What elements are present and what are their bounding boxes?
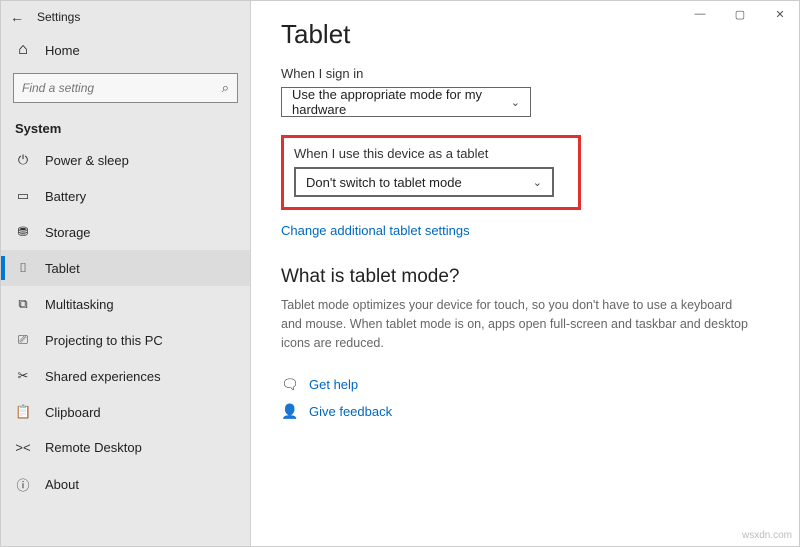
nav-label: Battery — [45, 189, 86, 204]
nav-remote-desktop[interactable]: >< Remote Desktop — [1, 430, 250, 465]
nav-projecting[interactable]: ⎚ Projecting to this PC — [1, 322, 250, 358]
home-label: Home — [45, 43, 80, 58]
get-help-row[interactable]: 🗨 Get help — [281, 376, 769, 393]
nav-multitasking[interactable]: ⧉ Multitasking — [1, 286, 250, 322]
home-icon: ⌂ — [15, 41, 31, 59]
info-heading: What is tablet mode? — [281, 266, 769, 288]
signin-value: Use the appropriate mode for my hardware — [292, 87, 511, 117]
signin-label: When I sign in — [281, 66, 769, 81]
app-title: Settings — [37, 10, 80, 24]
nav-label: Clipboard — [45, 405, 101, 420]
shared-icon: ✂ — [15, 368, 31, 384]
sidebar: ← Settings ⌂ Home ⌕ System ⏻ Power & sle… — [1, 1, 251, 546]
nav-battery[interactable]: ▭ Battery — [1, 178, 250, 214]
search-icon: ⌕ — [222, 80, 229, 96]
change-settings-link[interactable]: Change additional tablet settings — [281, 223, 470, 238]
nav-storage[interactable]: ⛃ Storage — [1, 214, 250, 250]
search-input[interactable] — [22, 81, 222, 95]
titlebar: ← Settings — [1, 1, 250, 33]
nav-about[interactable]: ⓘ About — [1, 465, 250, 504]
multitasking-icon: ⧉ — [15, 296, 31, 312]
tablet-icon: ⌷ — [15, 260, 31, 276]
nav-list: ⏻ Power & sleep ▭ Battery ⛃ Storage ⌷ Ta… — [1, 142, 250, 546]
nav-power-sleep[interactable]: ⏻ Power & sleep — [1, 142, 250, 178]
highlighted-setting: When I use this device as a tablet Don't… — [281, 135, 581, 210]
feedback-icon: 👤 — [281, 403, 297, 420]
power-icon: ⏻ — [15, 152, 31, 168]
nav-shared-experiences[interactable]: ✂ Shared experiences — [1, 358, 250, 394]
get-help-link: Get help — [309, 377, 358, 392]
about-icon: ⓘ — [15, 475, 31, 494]
nav-label: Power & sleep — [45, 153, 129, 168]
chevron-down-icon: ⌄ — [511, 96, 520, 109]
nav-label: Remote Desktop — [45, 440, 142, 455]
device-tablet-value: Don't switch to tablet mode — [306, 175, 462, 190]
device-tablet-select[interactable]: Don't switch to tablet mode ⌄ — [294, 167, 554, 197]
signin-select[interactable]: Use the appropriate mode for my hardware… — [281, 87, 531, 117]
nav-label: Shared experiences — [45, 369, 161, 384]
home-nav[interactable]: ⌂ Home — [1, 33, 250, 67]
watermark: wsxdn.com — [742, 530, 792, 541]
nav-tablet[interactable]: ⌷ Tablet — [1, 250, 250, 286]
battery-icon: ▭ — [15, 188, 31, 204]
remote-icon: >< — [15, 440, 31, 455]
give-feedback-link: Give feedback — [309, 404, 392, 419]
window-controls: — ▢ ✕ — [680, 0, 800, 28]
help-icon: 🗨 — [281, 376, 297, 393]
nav-label: Storage — [45, 225, 91, 240]
nav-label: Multitasking — [45, 297, 114, 312]
storage-icon: ⛃ — [15, 224, 31, 240]
nav-label: Projecting to this PC — [45, 333, 163, 348]
close-button[interactable]: ✕ — [760, 0, 800, 28]
projecting-icon: ⎚ — [15, 332, 31, 348]
nav-clipboard[interactable]: 📋 Clipboard — [1, 394, 250, 430]
maximize-button[interactable]: ▢ — [720, 0, 760, 28]
back-icon[interactable]: ← — [9, 9, 25, 25]
main-panel: Tablet When I sign in Use the appropriat… — [251, 1, 799, 546]
nav-label: About — [45, 477, 79, 492]
clipboard-icon: 📋 — [15, 404, 31, 420]
section-header: System — [1, 113, 250, 142]
nav-label: Tablet — [45, 261, 80, 276]
info-description: Tablet mode optimizes your device for to… — [281, 296, 751, 352]
minimize-button[interactable]: — — [680, 0, 720, 28]
give-feedback-row[interactable]: 👤 Give feedback — [281, 403, 769, 420]
search-box[interactable]: ⌕ — [13, 73, 238, 103]
device-tablet-label: When I use this device as a tablet — [294, 146, 568, 161]
chevron-down-icon: ⌄ — [533, 176, 542, 189]
